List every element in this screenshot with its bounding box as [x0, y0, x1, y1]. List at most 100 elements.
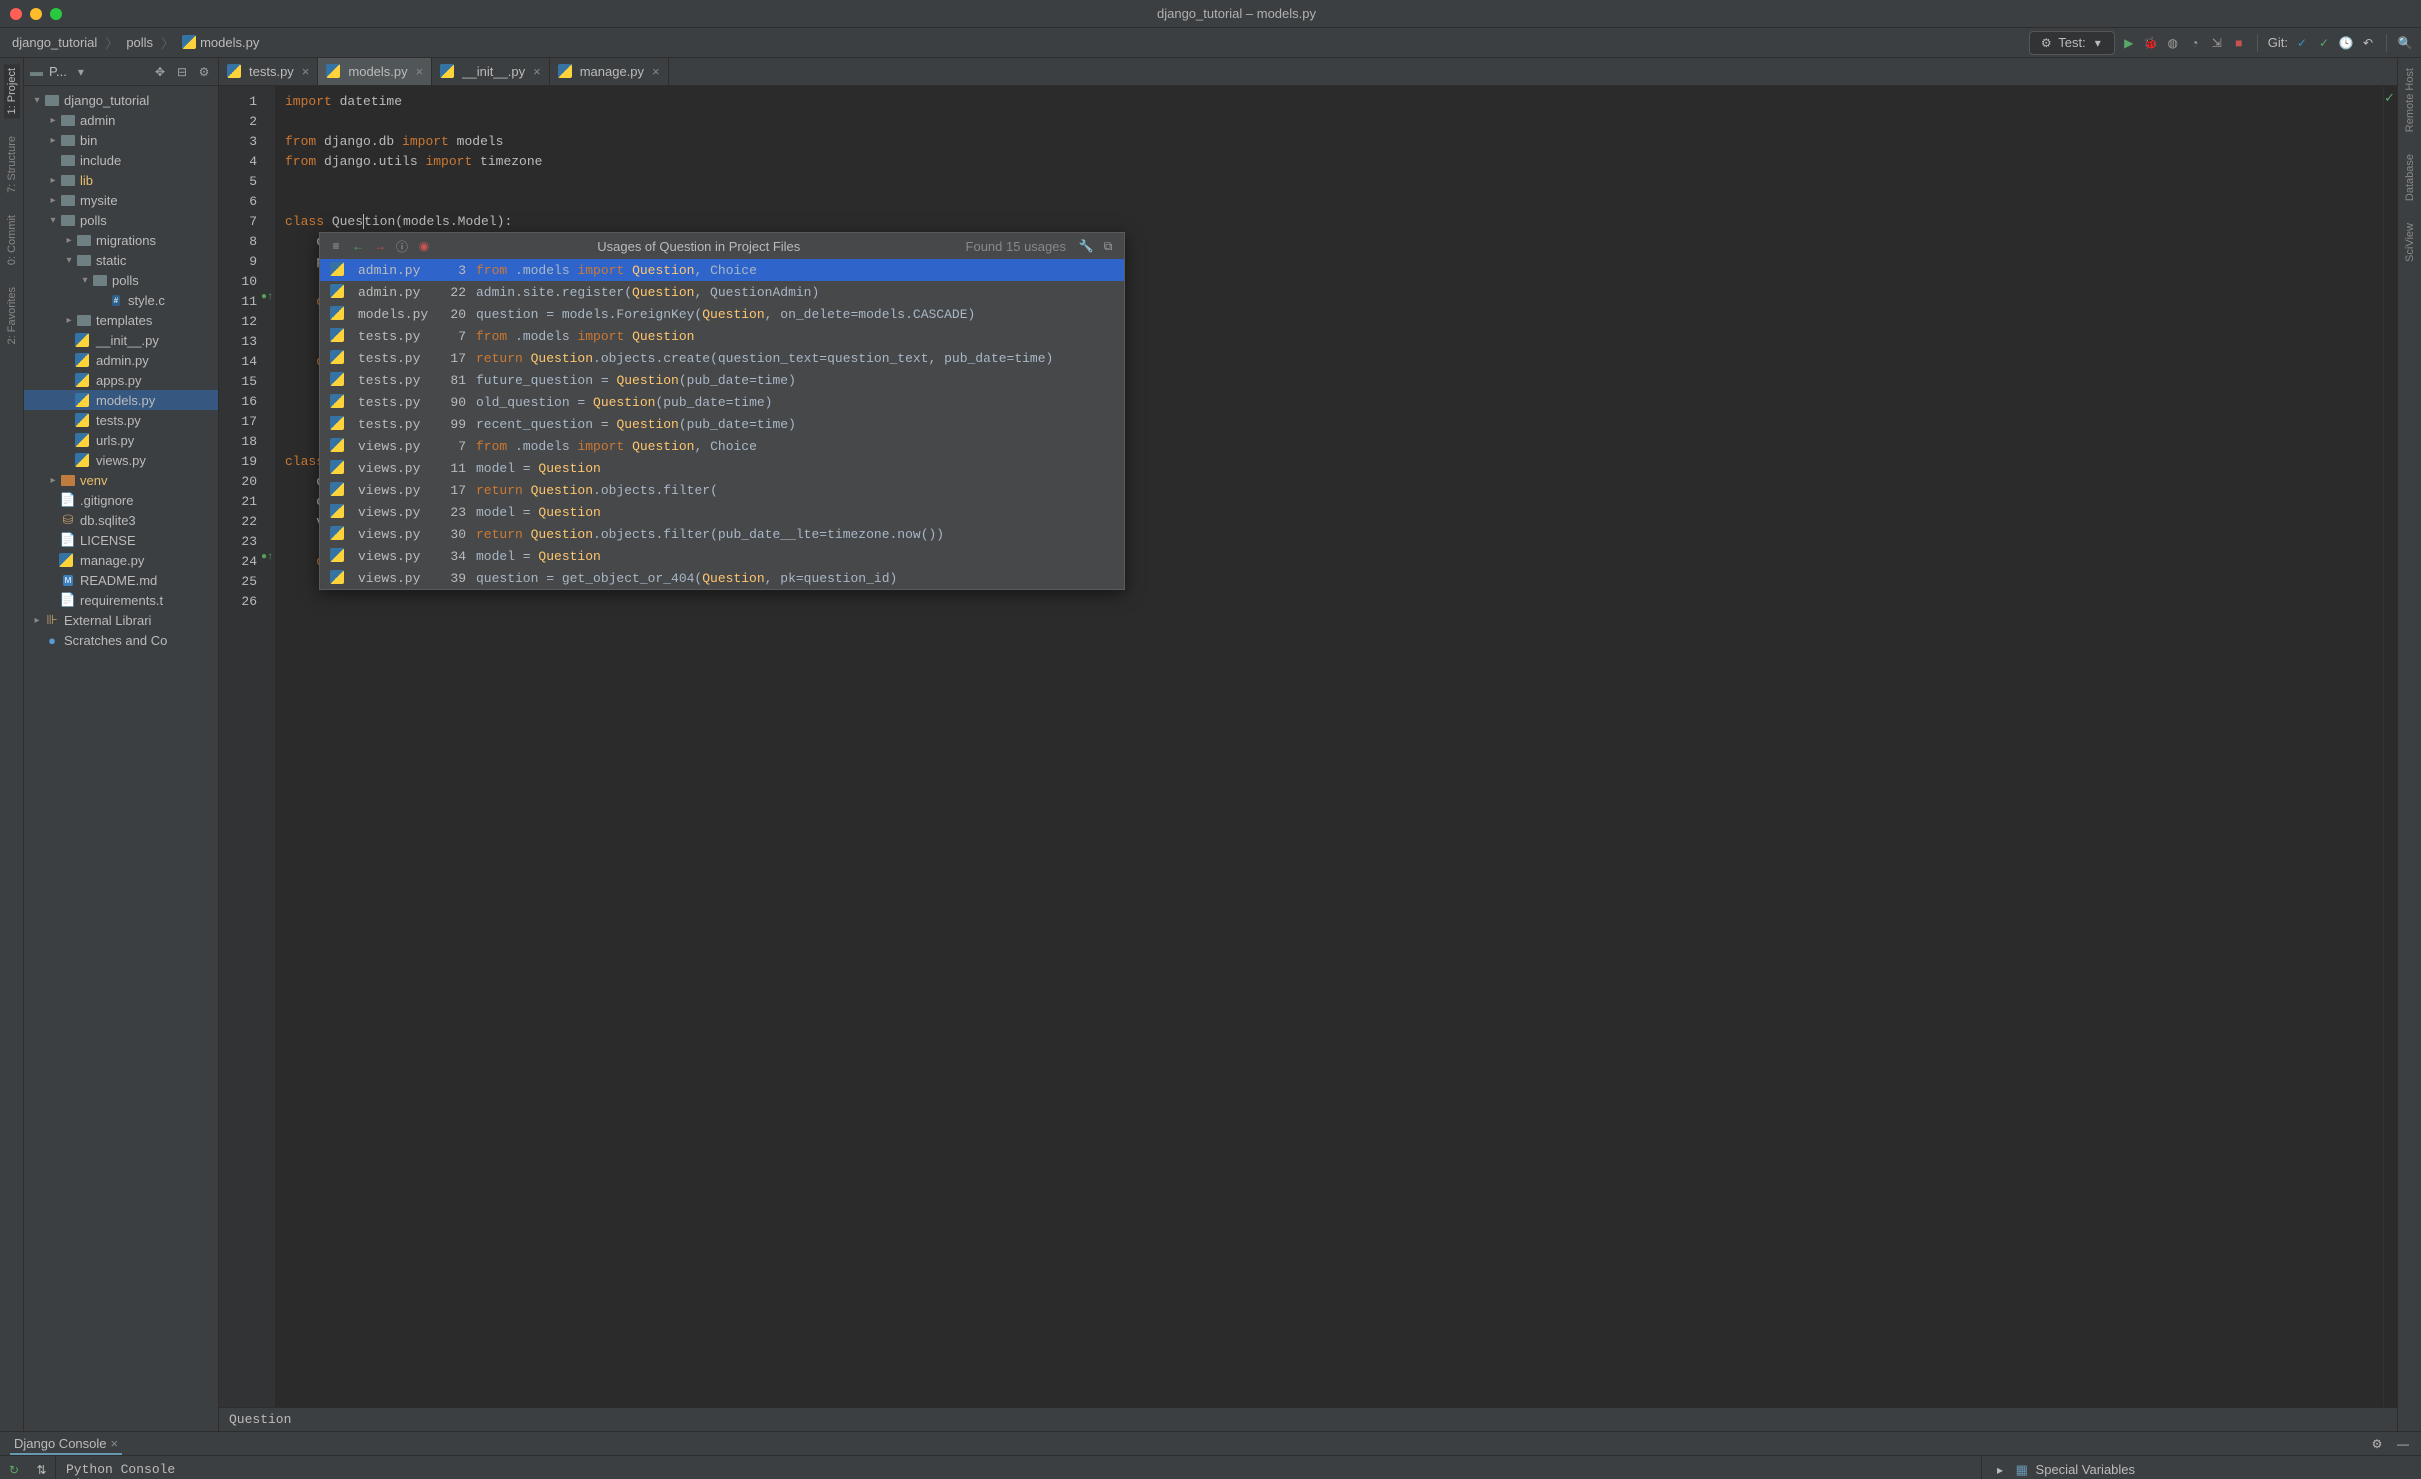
minimize-icon[interactable]: —: [2395, 1436, 2411, 1452]
open-findwindow-icon[interactable]: ⧉: [1100, 238, 1116, 254]
usage-row[interactable]: models.py20question = models.ForeignKey(…: [320, 303, 1124, 325]
close-icon[interactable]: ×: [111, 1436, 119, 1451]
usage-row[interactable]: views.py30return Question.objects.filter…: [320, 523, 1124, 545]
tree-node[interactable]: models.py: [24, 390, 218, 410]
chevron-right-icon[interactable]: ▸: [1992, 1462, 2008, 1478]
usages-settings-icon[interactable]: ≡: [328, 238, 344, 254]
breadcrumb-item[interactable]: polls: [122, 33, 157, 52]
toggle-output-icon[interactable]: ⇅: [34, 1462, 50, 1478]
close-icon[interactable]: ×: [533, 64, 541, 79]
tree-node[interactable]: tests.py: [24, 410, 218, 430]
tool-tab[interactable]: 1: Project: [4, 64, 20, 118]
tree-node[interactable]: ▸lib: [24, 170, 218, 190]
stop-button[interactable]: ■: [2231, 35, 2247, 51]
console-tab[interactable]: Django Console×: [10, 1434, 122, 1455]
wrench-icon[interactable]: 🔧: [1078, 238, 1094, 254]
inspections-ok-icon[interactable]: ✓: [2384, 90, 2395, 106]
tool-tab[interactable]: Database: [2402, 150, 2418, 205]
run-config-selector[interactable]: ⚙ Test: ▾: [2029, 31, 2114, 55]
expand-all-icon[interactable]: ⊟: [174, 64, 190, 80]
editor-tab[interactable]: manage.py×: [550, 58, 669, 85]
tree-node[interactable]: include: [24, 150, 218, 170]
tree-view-label[interactable]: P...: [49, 64, 67, 79]
tree-node[interactable]: apps.py: [24, 370, 218, 390]
rerun-icon[interactable]: ↻: [6, 1462, 22, 1478]
window-close-icon[interactable]: [10, 8, 22, 20]
tree-node[interactable]: ▸bin: [24, 130, 218, 150]
usage-row[interactable]: views.py34model = Question: [320, 545, 1124, 567]
project-tree[interactable]: ▾django_tutorial▸admin▸bininclude▸lib▸my…: [24, 86, 218, 1431]
tree-node[interactable]: 📄LICENSE: [24, 530, 218, 550]
close-icon[interactable]: ×: [302, 64, 310, 79]
vcs-rollback-icon[interactable]: ↶: [2360, 35, 2376, 51]
tree-node[interactable]: ●Scratches and Co: [24, 630, 218, 650]
debug-button[interactable]: 🐞: [2143, 35, 2159, 51]
vcs-commit-icon[interactable]: ✓: [2316, 35, 2332, 51]
usages-pin-icon[interactable]: ◉: [416, 238, 432, 254]
usage-row[interactable]: tests.py17return Question.objects.create…: [320, 347, 1124, 369]
tool-tab[interactable]: 0: Commit: [4, 211, 20, 269]
tree-node[interactable]: admin.py: [24, 350, 218, 370]
tree-node[interactable]: ⛁db.sqlite3: [24, 510, 218, 530]
editor-tab[interactable]: tests.py×: [219, 58, 318, 85]
editor-breadcrumb[interactable]: Question: [229, 1412, 291, 1427]
tree-node[interactable]: ▸⊪External Librari: [24, 610, 218, 630]
prev-usage-icon[interactable]: ←: [350, 238, 366, 254]
usage-row[interactable]: views.py17return Question.objects.filter…: [320, 479, 1124, 501]
chevron-down-icon[interactable]: ▾: [73, 64, 89, 80]
profile-button[interactable]: ◔: [2187, 35, 2203, 51]
tree-node[interactable]: ▸migrations: [24, 230, 218, 250]
usage-row[interactable]: views.py23model = Question: [320, 501, 1124, 523]
error-stripe[interactable]: ✓: [2383, 86, 2397, 1407]
vcs-update-icon[interactable]: ✓: [2294, 35, 2310, 51]
tree-node[interactable]: ▾polls: [24, 210, 218, 230]
tree-node[interactable]: MREADME.md: [24, 570, 218, 590]
tree-node[interactable]: #style.c: [24, 290, 218, 310]
usage-row[interactable]: tests.py90old_question = Question(pub_da…: [320, 391, 1124, 413]
search-icon[interactable]: 🔍: [2397, 35, 2413, 51]
tree-node[interactable]: urls.py: [24, 430, 218, 450]
tool-tab[interactable]: SciView: [2402, 219, 2418, 266]
tool-tab[interactable]: 7: Structure: [4, 132, 20, 197]
usage-row[interactable]: views.py11model = Question: [320, 457, 1124, 479]
usage-row[interactable]: tests.py99recent_question = Question(pub…: [320, 413, 1124, 435]
usages-info-icon[interactable]: ⓘ: [394, 238, 410, 254]
next-usage-icon[interactable]: →: [372, 238, 388, 254]
usage-row[interactable]: views.py39question = get_object_or_404(Q…: [320, 567, 1124, 589]
breadcrumb-item[interactable]: django_tutorial: [8, 33, 101, 52]
vcs-history-icon[interactable]: 🕓: [2338, 35, 2354, 51]
window-minimize-icon[interactable]: [30, 8, 42, 20]
tool-tab[interactable]: 2: Favorites: [4, 283, 20, 348]
special-variables[interactable]: Special Variables: [2036, 1462, 2135, 1477]
gear-icon[interactable]: ⚙: [2369, 1436, 2385, 1452]
tree-node[interactable]: 📄requirements.t: [24, 590, 218, 610]
usage-row[interactable]: tests.py81future_question = Question(pub…: [320, 369, 1124, 391]
run-button[interactable]: ▶: [2121, 35, 2137, 51]
editor-gutter[interactable]: 1234567891011●↑1213141516171819202122232…: [219, 86, 275, 1407]
tree-node[interactable]: ▾static: [24, 250, 218, 270]
tree-node[interactable]: ▸admin: [24, 110, 218, 130]
editor-tab[interactable]: __init__.py×: [432, 58, 549, 85]
tree-node[interactable]: views.py: [24, 450, 218, 470]
tree-node[interactable]: ▸mysite: [24, 190, 218, 210]
select-opened-icon[interactable]: ✥: [152, 64, 168, 80]
close-icon[interactable]: ×: [652, 64, 660, 79]
tree-node[interactable]: ▸venv: [24, 470, 218, 490]
attach-button[interactable]: ⇲: [2209, 35, 2225, 51]
usage-row[interactable]: admin.py3from .models import Question, C…: [320, 259, 1124, 281]
usage-row[interactable]: views.py7from .models import Question, C…: [320, 435, 1124, 457]
coverage-button[interactable]: ◍: [2165, 35, 2181, 51]
window-zoom-icon[interactable]: [50, 8, 62, 20]
gear-icon[interactable]: ⚙: [196, 64, 212, 80]
usage-row[interactable]: tests.py7from .models import Question: [320, 325, 1124, 347]
close-icon[interactable]: ×: [416, 64, 424, 79]
editor-tab[interactable]: models.py×: [318, 58, 432, 85]
tree-node[interactable]: ▸templates: [24, 310, 218, 330]
tree-node[interactable]: ▾polls: [24, 270, 218, 290]
tree-node[interactable]: ▾django_tutorial: [24, 90, 218, 110]
tree-node[interactable]: 📄.gitignore: [24, 490, 218, 510]
usage-row[interactable]: admin.py22admin.site.register(Question, …: [320, 281, 1124, 303]
tree-node[interactable]: manage.py: [24, 550, 218, 570]
breadcrumb-item[interactable]: models.py: [178, 33, 263, 52]
tree-node[interactable]: __init__.py: [24, 330, 218, 350]
